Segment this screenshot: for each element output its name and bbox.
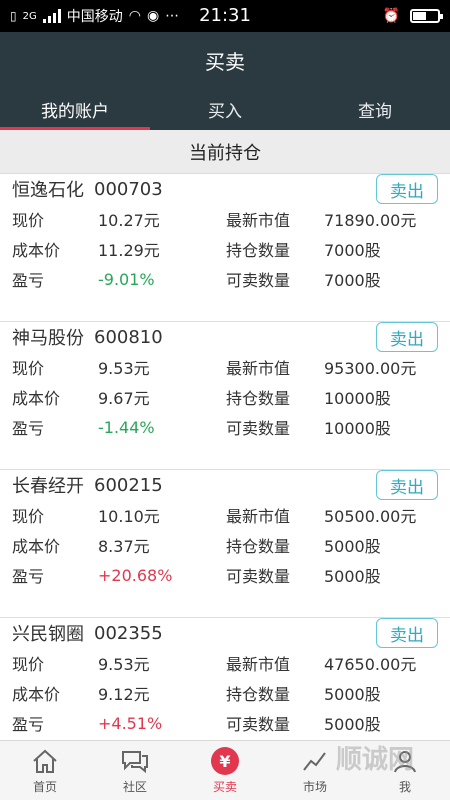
nav-community[interactable]: 社区 bbox=[90, 741, 180, 800]
cost-label: 成本价 bbox=[12, 685, 61, 704]
cost-label: 成本价 bbox=[12, 241, 61, 260]
nav-label: 社区 bbox=[122, 780, 147, 794]
position-value: 5000股 bbox=[324, 685, 381, 704]
wifi-icon: ◠ bbox=[128, 8, 141, 24]
position-label: 持仓数量 bbox=[226, 685, 291, 704]
battery-icon bbox=[410, 9, 443, 23]
available-value: 7000股 bbox=[324, 271, 381, 290]
network-type: 2G bbox=[22, 10, 37, 22]
price-label: 现价 bbox=[12, 655, 45, 674]
cost-value: 9.67元 bbox=[98, 389, 150, 408]
position-value: 5000股 bbox=[324, 537, 381, 556]
holdings-list[interactable]: 恒逸石化 000703 卖出 现价 10.27元 最新市值 71890.00元 … bbox=[0, 174, 450, 740]
sell-button[interactable]: 卖出 bbox=[376, 322, 438, 352]
pnl-value: +20.68% bbox=[98, 565, 173, 585]
pnl-label: 盈亏 bbox=[12, 567, 45, 586]
alarm-icon: ⏰ bbox=[382, 8, 400, 24]
account-tabs: 我的账户 买入 查询 bbox=[0, 88, 450, 130]
available-value: 10000股 bbox=[324, 419, 391, 438]
sell-button[interactable]: 卖出 bbox=[376, 470, 438, 500]
carrier-name: 中国移动 bbox=[66, 9, 123, 25]
price-value: 9.53元 bbox=[98, 655, 150, 674]
more-icon: ⋯ bbox=[165, 8, 180, 24]
position-label: 持仓数量 bbox=[226, 389, 291, 408]
stock-name: 恒逸石化 bbox=[12, 180, 84, 201]
stock-code: 000703 bbox=[94, 178, 163, 200]
pnl-label: 盈亏 bbox=[12, 419, 45, 438]
market-value: 95300.00元 bbox=[324, 359, 417, 378]
available-label: 可卖数量 bbox=[226, 271, 291, 290]
position-value: 10000股 bbox=[324, 389, 391, 408]
bottom-nav: 首页 社区 ¥ 买卖 市场 我 bbox=[0, 740, 450, 800]
position-label: 持仓数量 bbox=[226, 241, 291, 260]
price-value: 10.10元 bbox=[98, 507, 160, 526]
available-label: 可卖数量 bbox=[226, 567, 291, 586]
nav-label: 买卖 bbox=[212, 780, 237, 794]
tab-buy[interactable]: 买入 bbox=[150, 88, 300, 130]
available-label: 可卖数量 bbox=[226, 419, 291, 438]
market-value-label: 最新市值 bbox=[226, 655, 291, 674]
price-value: 10.27元 bbox=[98, 211, 160, 230]
nav-market[interactable]: 市场 bbox=[270, 741, 360, 800]
price-label: 现价 bbox=[12, 359, 45, 378]
pnl-value: -9.01% bbox=[98, 269, 155, 289]
tab-my-account[interactable]: 我的账户 bbox=[0, 88, 150, 130]
holding-card: 神马股份 600810 卖出 现价 9.53元 最新市值 95300.00元 成… bbox=[0, 322, 450, 470]
cost-label: 成本价 bbox=[12, 389, 61, 408]
pnl-value: +4.51% bbox=[98, 713, 163, 733]
stock-code: 600810 bbox=[94, 326, 163, 348]
weibo-icon: ◉ bbox=[146, 8, 160, 24]
market-icon bbox=[300, 746, 330, 776]
pnl-label: 盈亏 bbox=[12, 271, 45, 290]
price-value: 9.53元 bbox=[98, 359, 150, 378]
user-icon bbox=[390, 746, 420, 776]
nav-label: 市场 bbox=[302, 780, 327, 794]
nav-me[interactable]: 我 bbox=[360, 741, 450, 800]
holding-card: 长春经开 600215 卖出 现价 10.10元 最新市值 50500.00元 … bbox=[0, 470, 450, 618]
stock-code: 002355 bbox=[94, 622, 163, 644]
market-value-label: 最新市值 bbox=[226, 211, 291, 230]
cost-label: 成本价 bbox=[12, 537, 61, 556]
available-label: 可卖数量 bbox=[226, 715, 291, 734]
market-value-label: 最新市值 bbox=[226, 359, 291, 378]
nav-label: 首页 bbox=[32, 780, 57, 794]
nav-trade[interactable]: ¥ 买卖 bbox=[180, 741, 270, 800]
cost-value: 11.29元 bbox=[98, 241, 160, 260]
pnl-label: 盈亏 bbox=[12, 715, 45, 734]
chat-icon bbox=[120, 746, 150, 776]
page-title: 买卖 bbox=[0, 32, 450, 88]
pnl-value: -1.44% bbox=[98, 417, 155, 437]
nav-home[interactable]: 首页 bbox=[0, 741, 90, 800]
cost-value: 9.12元 bbox=[98, 685, 150, 704]
stock-name: 神马股份 bbox=[12, 328, 84, 349]
home-icon bbox=[30, 746, 60, 776]
trade-icon: ¥ bbox=[210, 746, 240, 776]
price-label: 现价 bbox=[12, 211, 45, 230]
position-value: 7000股 bbox=[324, 241, 381, 260]
holding-card: 恒逸石化 000703 卖出 现价 10.27元 最新市值 71890.00元 … bbox=[0, 174, 450, 322]
sell-button[interactable]: 卖出 bbox=[376, 618, 438, 648]
nav-label: 我 bbox=[398, 780, 411, 794]
section-title: 当前持仓 bbox=[0, 130, 450, 174]
tab-query[interactable]: 查询 bbox=[300, 88, 450, 130]
price-label: 现价 bbox=[12, 507, 45, 526]
status-bar: ▯ 2G 中国移动 ◠ ◉ ⋯ 21:31 ⏰ bbox=[0, 0, 450, 32]
signal-icon bbox=[42, 9, 61, 23]
market-value: 50500.00元 bbox=[324, 507, 417, 526]
sell-button[interactable]: 卖出 bbox=[376, 174, 438, 204]
sim-icon: ▯ bbox=[10, 9, 17, 23]
market-value: 71890.00元 bbox=[324, 211, 417, 230]
market-value-label: 最新市值 bbox=[226, 507, 291, 526]
stock-name: 长春经开 bbox=[12, 476, 84, 497]
available-value: 5000股 bbox=[324, 567, 381, 586]
market-value: 47650.00元 bbox=[324, 655, 417, 674]
stock-code: 600215 bbox=[94, 474, 163, 496]
cost-value: 8.37元 bbox=[98, 537, 150, 556]
holding-card: 兴民钢圈 002355 卖出 现价 9.53元 最新市值 47650.00元 成… bbox=[0, 618, 450, 740]
position-label: 持仓数量 bbox=[226, 537, 291, 556]
available-value: 5000股 bbox=[324, 715, 381, 734]
stock-name: 兴民钢圈 bbox=[12, 624, 84, 645]
